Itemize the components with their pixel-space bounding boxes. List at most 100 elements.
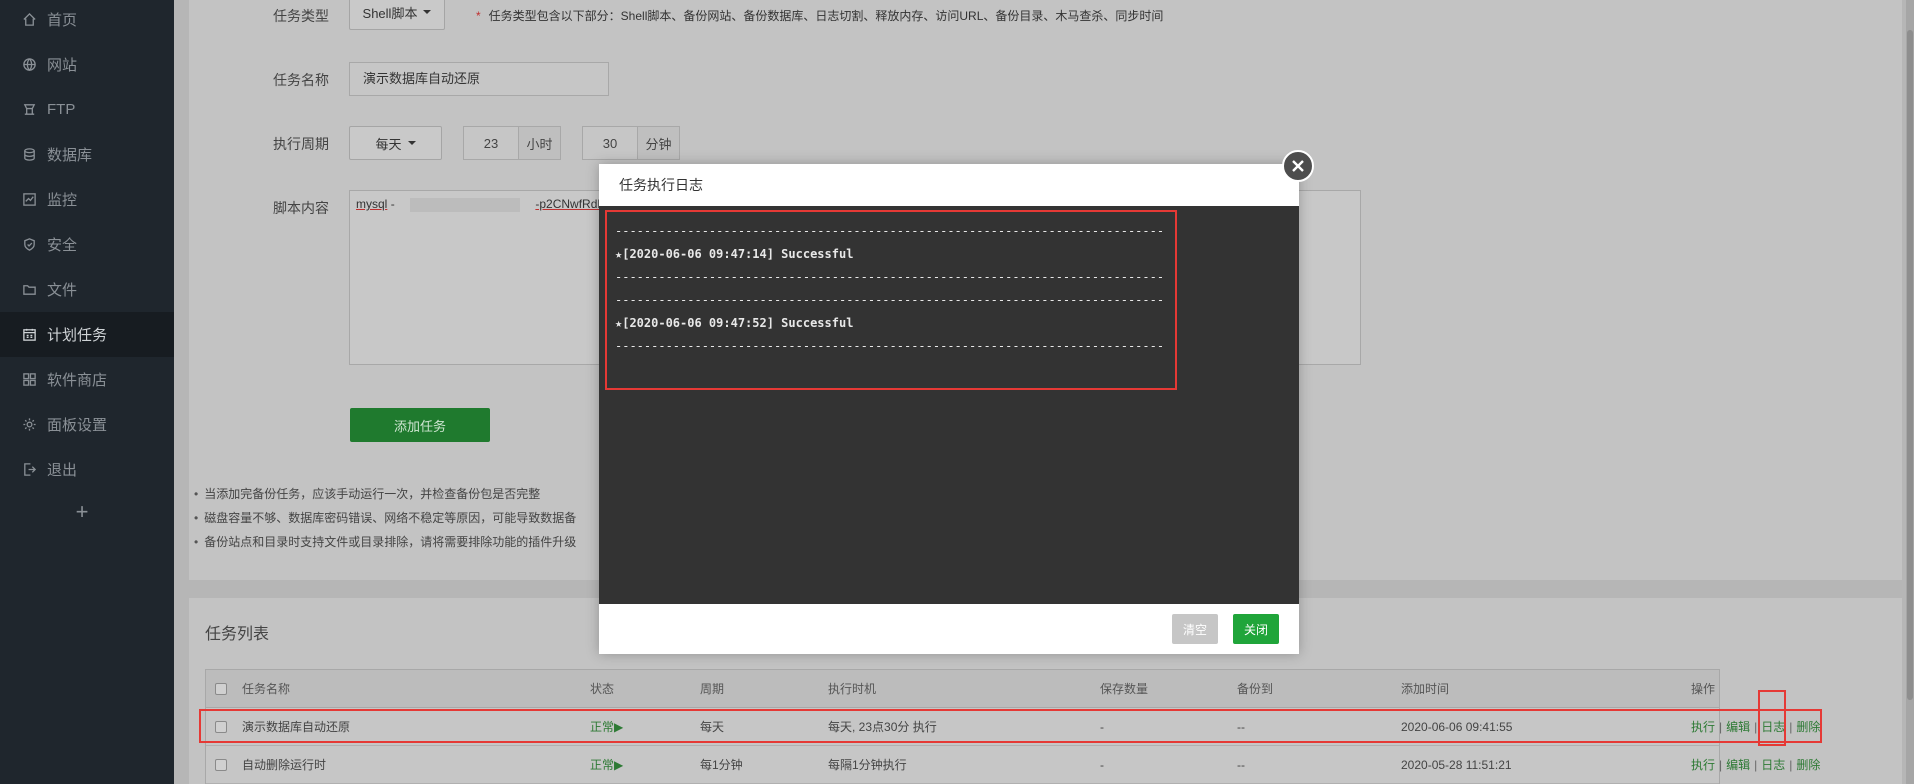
scroll-thumb[interactable] [1907,30,1913,700]
minute-unit: 分钟 [638,126,680,160]
sidebar-item-website[interactable]: 网站 [0,42,174,87]
task-type-hint-text: 任务类型包含以下部分：Shell脚本、备份网站、备份数据库、日志切割、释放内存、… [488,9,1164,23]
script-content: mysql - -p2CNwfRdPC [356,197,614,212]
op-separator: | [1719,758,1723,772]
page-scrollbar[interactable] [1906,0,1914,784]
task-type-hint: * 任务类型包含以下部分：Shell脚本、备份网站、备份数据库、日志切割、释放内存… [476,7,1163,24]
task-ops: 执行 | 编辑 | 日志 | 删除 [1691,708,1820,746]
hour-unit: 小时 [519,126,561,160]
task-list-title: 任务列表 [205,626,270,643]
header-added: 添加时间 [1401,682,1450,696]
task-added: 2020-05-28 11:51:21 [1401,758,1512,772]
sidebar-item-home[interactable]: 首页 [0,0,174,42]
sidebar-item-logout[interactable]: 退出 [0,447,174,492]
close-button[interactable]: 关闭 [1233,614,1279,644]
folder-icon [20,281,38,299]
period-label: 执行周期 [273,136,329,152]
status-badge[interactable]: 正常▶ [590,708,623,746]
sidebar-item-store[interactable]: 软件商店 [0,357,174,402]
sidebar-item-label: 网站 [47,57,78,74]
op-separator: | [1789,758,1793,772]
chevron-down-icon [407,141,416,145]
task-name-input[interactable]: 演示数据库自动还原 [349,62,609,96]
note-item: 备份站点和目录时支持文件或目录排除，请将需要排除功能的插件升级 [194,534,576,558]
sidebar: 首页 网站 FTP 数据库 监控 安全 文件 计划任务 软件商店 面板设置 退出… [0,0,174,784]
globe-icon [20,56,38,74]
log-link[interactable]: 日志 [1761,720,1785,734]
sidebar-item-settings[interactable]: 面板设置 [0,402,174,447]
task-name-label: 任务名称 [273,72,329,88]
note-item: 当添加完备份任务，应该手动运行一次，并检查备份包是否完整 [194,486,576,510]
monitor-icon [20,191,38,209]
edit-link[interactable]: 编辑 [1726,758,1750,772]
minute-input[interactable]: 30 [582,126,638,160]
delete-link[interactable]: 删除 [1796,758,1820,772]
script-prefix: mysql [356,197,388,211]
sidebar-item-label: 计划任务 [47,327,108,344]
op-separator: | [1789,720,1793,734]
modal-footer: 清空 关闭 [599,604,1299,654]
run-link[interactable]: 执行 [1691,720,1715,734]
chevron-down-icon [423,10,432,14]
task-when: 每隔1分钟执行 [828,758,907,772]
header-backup-to: 备份到 [1237,682,1274,696]
sidebar-item-label: 退出 [47,462,78,479]
sidebar-item-files[interactable]: 文件 [0,267,174,312]
task-keep: - [1100,758,1104,772]
table-row: 演示数据库自动还原 正常▶ 每天 每天, 23点30分 执行 - -- 2020… [206,708,1820,746]
sidebar-item-cron[interactable]: 计划任务 [0,312,174,357]
task-when: 每天, 23点30分 执行 [828,720,937,734]
op-separator: | [1719,720,1723,734]
gear-icon [20,416,38,434]
table-row: 自动删除运行时 正常▶ 每1分钟 每隔1分钟执行 - -- 2020-05-28… [206,746,1820,784]
select-all-checkbox[interactable] [215,683,227,695]
database-icon [20,146,38,164]
sidebar-item-ftp[interactable]: FTP [0,87,174,132]
apps-icon [20,371,38,389]
table-header: 任务名称 状态 周期 执行时机 保存数量 备份到 添加时间 操作 [206,670,1719,708]
note-item: 磁盘容量不够、数据库密码错误、网络不稳定等原因，可能导致数据备 [194,510,576,534]
header-status: 状态 [590,682,615,696]
row-checkbox[interactable] [215,721,227,733]
sidebar-item-database[interactable]: 数据库 [0,132,174,177]
period-select[interactable]: 每天 [349,126,442,160]
header-when: 执行时机 [828,682,877,696]
ftp-icon [20,101,38,119]
log-output[interactable]: ----------------------------------------… [599,206,1299,604]
task-type-value: Shell脚本 [362,5,418,21]
edit-link[interactable]: 编辑 [1726,720,1750,734]
task-type-select[interactable]: Shell脚本 [349,0,445,30]
task-type-label: 任务类型 [273,8,329,24]
hour-input[interactable]: 23 [463,126,519,160]
task-period: 每1分钟 [700,758,743,772]
close-icon[interactable] [1282,150,1314,182]
add-task-button[interactable]: 添加任务 [350,408,490,442]
row-checkbox[interactable] [215,759,227,771]
sidebar-item-security[interactable]: 安全 [0,222,174,267]
add-shortcut-button[interactable]: + [0,497,164,527]
delete-link[interactable]: 删除 [1796,720,1820,734]
task-added: 2020-06-06 09:41:55 [1401,720,1513,734]
op-separator: | [1754,720,1758,734]
task-table: 任务名称 状态 周期 执行时机 保存数量 备份到 添加时间 操作 演示数据库自动… [205,669,1820,784]
redacted-block [410,197,521,212]
run-link[interactable]: 执行 [1691,758,1715,772]
header-period: 周期 [700,682,725,696]
task-name: 演示数据库自动还原 [242,720,351,734]
script-dash: - [390,197,395,211]
status-badge[interactable]: 正常▶ [590,746,623,784]
sidebar-item-label: 软件商店 [47,372,108,389]
header-keep: 保存数量 [1100,682,1149,696]
op-separator: | [1754,758,1758,772]
header-ops: 操作 [1691,682,1716,696]
task-backup-to: -- [1237,720,1245,734]
notes-list: 当添加完备份任务，应该手动运行一次，并检查备份包是否完整 磁盘容量不够、数据库密… [194,486,576,558]
clear-log-button[interactable]: 清空 [1172,614,1218,644]
sidebar-item-label: 首页 [47,12,78,29]
log-link[interactable]: 日志 [1761,758,1785,772]
sidebar-item-monitor[interactable]: 监控 [0,177,174,222]
sidebar-item-label: FTP [47,101,76,118]
calendar-icon [20,326,38,344]
script-label: 脚本内容 [273,200,329,216]
task-ops: 执行 | 编辑 | 日志 | 删除 [1691,746,1820,784]
